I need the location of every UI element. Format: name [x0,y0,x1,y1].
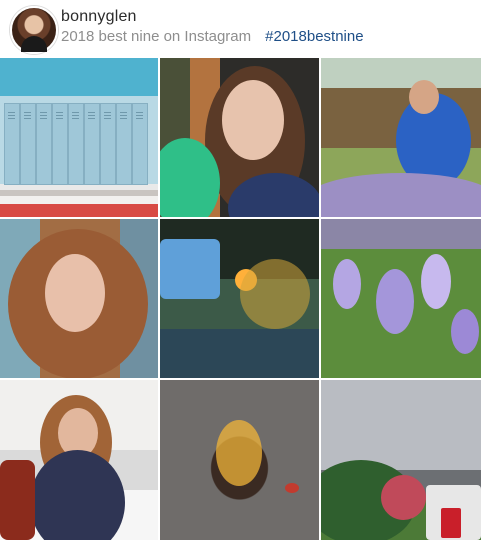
small-leaf-shape [285,483,299,493]
red-garage-door-shape [441,508,461,538]
locker [100,103,116,185]
photo-woman-crouching-in-crocus-field[interactable] [321,58,481,217]
crocus-shape [451,309,479,354]
crocus-shape [421,254,451,309]
locker [52,103,68,185]
caption-text: 2018 best nine on Instagram [61,28,252,45]
locker [84,103,100,185]
best-nine-grid [0,58,481,540]
face-shape [222,80,284,160]
photo-portrait[interactable] [0,219,158,378]
locker [4,103,20,185]
locker [132,103,148,185]
chair-shape [0,460,35,540]
photo-lockers[interactable] [0,58,158,217]
locker [20,103,36,185]
face-shape [409,80,439,114]
avatar[interactable] [10,6,58,54]
caption: 2018 best nine on Instagram #2018bestnine [61,28,364,45]
leaf-shape [216,420,262,486]
sweater-shape [30,450,125,540]
house-shape [160,239,220,299]
hashtag-link[interactable]: #2018bestnine [265,28,363,45]
face-shape [45,254,105,332]
photo-selfie-with-child[interactable] [160,58,319,217]
post-header: bonnyglen 2018 best nine on Instagram #20… [0,0,481,57]
photo-leaf-on-asphalt[interactable] [160,380,319,540]
locker [36,103,52,185]
locker [68,103,84,185]
crocus-shape [376,269,414,334]
sunflowers-shape [240,259,310,329]
photo-cloudy-street-with-trees[interactable] [321,380,481,540]
photo-evening-house-and-flowers[interactable] [160,219,319,378]
locker [116,103,132,185]
crocus-field-shape [321,173,481,217]
crocus-shape [333,259,361,309]
username-link[interactable]: bonnyglen [61,8,137,26]
photo-woman-at-table[interactable] [0,380,158,540]
avatar-shoulders [21,36,47,52]
photo-purple-crocuses-closeup[interactable] [321,219,481,378]
pink-tree-shape [381,475,426,520]
